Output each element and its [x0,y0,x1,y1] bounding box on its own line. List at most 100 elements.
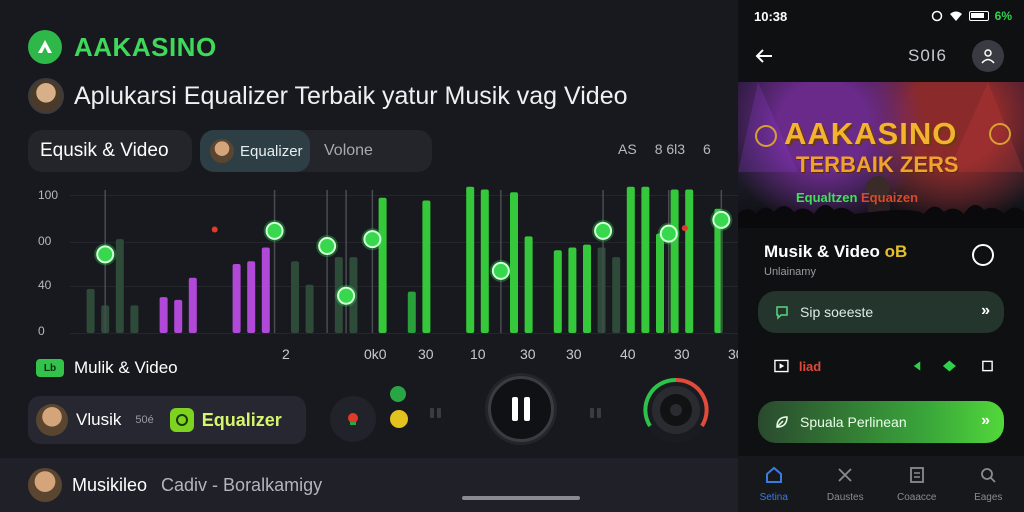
eq-bar [291,261,299,333]
status-icons: 6% [931,9,1012,23]
eq-bar [188,277,197,333]
eq-bar [641,186,650,333]
home-icon [765,466,782,483]
yellow-indicator[interactable] [390,410,408,428]
x-tick: 30 [520,346,536,362]
pause-icon [524,397,530,421]
x-axis: 2 0k0 30 10 30 30 40 30 30 [270,346,744,364]
y-axis: 100 00 40 0 [38,188,68,338]
brand: AAKASINO [28,30,217,64]
promo-banner[interactable]: AAKASINO TERBAIK ZERS Equaltzen Equaizen [738,82,1024,228]
eq-bar [174,299,183,333]
eq-bar [597,247,606,333]
eq-bar [261,247,270,333]
banner-subtitle: TERBAIK ZERS [796,152,959,177]
eq-bar [568,247,577,333]
eq-bar [305,284,314,333]
tab-musik-label: Equsik & Video [40,140,169,161]
video-icon[interactable] [774,359,789,373]
track-eq-label: Equalizer [201,409,282,430]
skip-forward-icon[interactable] [590,408,604,418]
eq-slider-knob[interactable] [265,221,284,240]
headline: Aplukarsi Equalizer Terbaik yatur Musik … [28,78,628,114]
spuala-button[interactable]: Spuala Perlinean » [758,401,1004,443]
pause-button[interactable] [488,376,554,442]
eq-slider-knob[interactable] [96,245,115,264]
equalizer-chart[interactable] [70,170,738,340]
eq-peak-marker [211,226,218,233]
eq-bar [466,186,475,333]
spuala-button-label: Spuala Perlinean [800,414,907,430]
eq-bar [378,197,387,333]
eq-slider-knob[interactable] [318,237,337,256]
eq-bar [524,236,533,333]
main-panel: AAKASINO Aplukarsi Equalizer Terbaik yat… [0,0,744,512]
banner-title: AAKASINO [784,116,958,151]
skip-back-icon[interactable] [430,408,444,418]
y-tick: 40 [38,278,52,292]
pause-icon [512,397,518,421]
track-card[interactable]: Vlusik 50é Equalizer [28,396,306,444]
track-sub: 50é [135,414,154,426]
eq-bar [159,297,168,333]
tab-group: Equalizer Volone [200,130,432,172]
chevron-right-icon: » [981,302,990,319]
tab-label: Daustes [826,492,864,503]
scissors-icon [838,468,852,482]
document-icon [909,467,924,483]
avatar [28,78,64,114]
eq-peak-marker [681,225,688,232]
chevron-right-icon: » [981,412,990,429]
eq-slider-knob[interactable] [659,224,678,243]
square-icon[interactable] [981,359,994,373]
equalizer-icon [169,408,194,432]
eq-slider-knob[interactable] [491,261,510,280]
legend: Lb Mulik & Video [36,358,178,378]
eq-bar [510,192,518,333]
tab-eages[interactable]: Eages [953,456,1024,512]
appbar-title: S0I6 [908,46,947,65]
sip-button[interactable]: Sip soeeste » [758,291,1004,333]
tab-coaacce[interactable]: Coaacce [881,456,953,512]
tab-daustes[interactable]: Daustes [810,456,882,512]
eq-slider-knob[interactable] [337,286,356,305]
record-button[interactable] [330,396,376,442]
tab-musik-video[interactable]: Equsik & Video [28,130,192,172]
eq-slider-knob[interactable] [594,221,613,240]
media-row: liad [774,356,994,376]
app-logo-icon [28,30,62,64]
arrow-left-icon[interactable] [911,359,924,373]
now-playing-title: Musikileo [72,474,148,495]
back-arrow-icon[interactable] [754,46,774,66]
media-row-label: liad [798,358,822,374]
wifi-icon [949,11,962,21]
top-label: 8 6l3 [654,141,686,157]
track-title: Vlusik [76,410,122,429]
profile-button[interactable] [972,40,1004,72]
top-labels: AS 8 6l3 6 [618,141,711,157]
eq-bar [247,261,256,333]
legend-label: Mulik & Video [74,358,178,377]
now-playing-bar[interactable]: Musikileo Cadiv - Boralkamigy [0,458,738,512]
eq-bar [553,250,562,333]
info-icon[interactable] [972,244,994,266]
section-heading-badge: oB [884,242,908,261]
eq-slider-knob[interactable] [712,210,731,229]
home-indicator[interactable] [462,496,580,500]
x-tick: 30 [566,346,582,362]
diamond-icon[interactable] [942,359,957,373]
eq-bar [656,233,664,333]
section-heading: Musik & Video oB [764,242,907,262]
green-indicator[interactable] [390,386,406,402]
chat-icon [774,304,790,320]
tab-equalizer-label: Equalizer [240,142,303,160]
volume-knob[interactable] [640,374,712,446]
tab-volume[interactable]: Volone [324,142,373,160]
battery-percent: 6% [994,9,1012,23]
top-label: 6 [703,141,711,157]
eq-slider-knob[interactable] [363,230,382,249]
x-tick: 2 [282,346,290,362]
now-playing-avatar [28,468,62,502]
tab-setina[interactable]: Setina [738,456,810,512]
tab-equalizer[interactable]: Equalizer [200,130,310,172]
